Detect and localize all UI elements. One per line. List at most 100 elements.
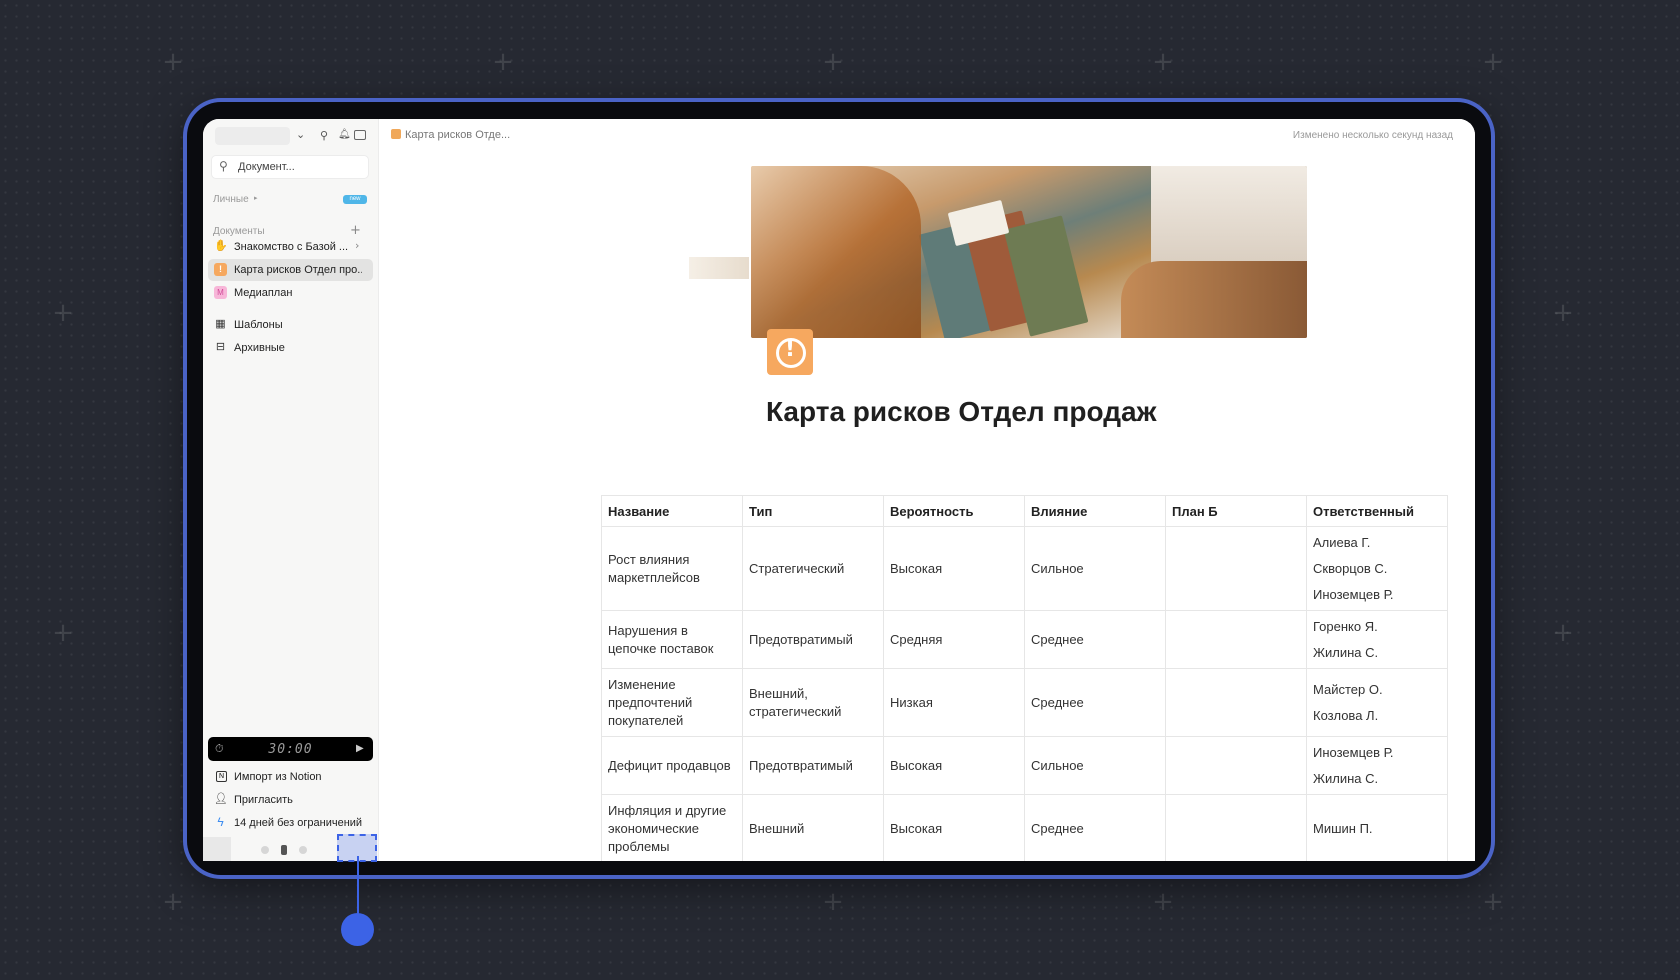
risk-planb-cell[interactable] <box>1165 736 1307 795</box>
theme-icon[interactable] <box>299 846 307 854</box>
trial-button[interactable]: ϟ 14 дней без ограничений <box>208 812 373 834</box>
risk-type-cell[interactable]: Предотвратимый <box>742 736 884 795</box>
archive-icon: ⊟ <box>215 341 226 353</box>
column-header[interactable]: План Б <box>1165 495 1307 527</box>
risk-impact-cell[interactable]: Среднее <box>1024 668 1166 737</box>
caret-right-icon[interactable]: ▸ <box>254 194 258 202</box>
table-row[interactable]: Нарушения в цепочке поставок Предотврати… <box>601 610 1448 669</box>
risk-probability-cell[interactable]: Средняя <box>883 610 1025 669</box>
risk-type-cell[interactable]: Предотвратимый <box>742 610 884 669</box>
owner-name: Жилина С. <box>1313 770 1379 786</box>
risk-type-cell[interactable]: Стратегический <box>742 526 884 611</box>
bg-plus: + <box>1552 618 1574 648</box>
workspace-name-placeholder <box>215 127 290 145</box>
bg-plus: + <box>1482 47 1504 77</box>
breadcrumb[interactable]: Карта рисков Отде... <box>391 129 510 141</box>
risk-impact-cell[interactable]: Среднее <box>1024 610 1166 669</box>
risk-planb-cell[interactable] <box>1165 526 1307 611</box>
risk-probability-cell[interactable]: Высокая <box>883 736 1025 795</box>
risk-probability-cell[interactable]: Низкая <box>883 668 1025 737</box>
table-row[interactable]: Изменение предпочтений покупателей Внешн… <box>601 668 1448 737</box>
cover-edge <box>689 257 749 279</box>
sidebar: ⌄ ⚲ 🔔︎ ⚲ Документ... Личные ▸ new Докуме… <box>203 119 379 861</box>
owner-name: Алиева Г. <box>1313 534 1371 550</box>
sidebar-item-intro[interactable]: ✋ Знакомство с Базой ... › <box>208 236 373 258</box>
risk-name-cell[interactable]: Рост влияния маркетплейсов <box>601 526 743 611</box>
bg-plus: + <box>162 47 184 77</box>
risk-owner-cell[interactable]: Майстер О. Козлова Л. <box>1306 668 1448 737</box>
column-header[interactable]: Влияние <box>1024 495 1166 527</box>
risk-type-cell[interactable]: Внешний, стратегический <box>742 668 884 737</box>
cover-image[interactable] <box>751 166 1307 338</box>
bg-plus: + <box>1552 298 1574 328</box>
risk-probability-cell[interactable]: Высокая <box>883 794 1025 861</box>
table-row[interactable]: Рост влияния маркетплейсов Стратегически… <box>601 526 1448 611</box>
risk-owner-cell[interactable]: Мишин П. <box>1306 794 1448 861</box>
sidebar-item-risk-map[interactable]: ! Карта рисков Отдел про... <box>208 259 373 281</box>
table-row[interactable]: Инфляция и другие экономические проблемы… <box>601 794 1448 861</box>
person-left <box>751 166 921 338</box>
check-icon[interactable] <box>261 846 269 854</box>
page-alert-icon[interactable]: ! <box>767 329 813 375</box>
bg-plus: + <box>492 47 514 77</box>
owner-name: Горенко Я. <box>1313 618 1378 634</box>
risk-name-cell[interactable]: Нарушения в цепочке поставок <box>601 610 743 669</box>
drag-handle[interactable] <box>341 913 374 946</box>
invite-button[interactable]: 👤︎ Пригласить <box>208 789 373 811</box>
risk-owner-cell[interactable]: Иноземцев Р. Жилина С. <box>1306 736 1448 795</box>
page-title[interactable]: Карта рисков Отдел продаж <box>766 396 1156 428</box>
sidebar-toggle-icon[interactable] <box>354 130 366 140</box>
risk-planb-cell[interactable] <box>1165 794 1307 861</box>
risk-impact-cell[interactable]: Среднее <box>1024 794 1166 861</box>
sidebar-item-label: Карта рисков Отдел про... <box>234 264 362 276</box>
risk-name-cell[interactable]: Инфляция и другие экономические проблемы <box>601 794 743 861</box>
m-letter-icon: M <box>214 286 227 299</box>
new-badge: new <box>343 195 367 204</box>
risk-type-cell[interactable]: Внешний <box>742 794 884 861</box>
alert-icon <box>391 129 401 139</box>
owner-name: Жилина С. <box>1313 644 1379 660</box>
risk-impact-cell[interactable]: Сильное <box>1024 736 1166 795</box>
column-header[interactable]: Название <box>601 495 743 527</box>
sidebar-item-mediaplan[interactable]: M Медиаплан <box>208 282 373 304</box>
risk-planb-cell[interactable] <box>1165 610 1307 669</box>
workspace-switcher[interactable]: ⌄ ⚲ 🔔︎ <box>215 127 380 147</box>
phone-icon[interactable] <box>281 845 287 855</box>
sidebar-item-templates[interactable]: ▦ Шаблоны <box>208 314 373 336</box>
column-header[interactable]: Тип <box>742 495 884 527</box>
bottom-panel-left <box>203 837 231 861</box>
risk-name-cell[interactable]: Изменение предпочтений покупателей <box>601 668 743 737</box>
import-notion-button[interactable]: N Импорт из Notion <box>208 766 373 788</box>
owner-name: Скворцов С. <box>1313 560 1388 576</box>
owner-name: Козлова Л. <box>1313 707 1379 723</box>
alert-icon: ! <box>214 263 227 276</box>
notion-icon: N <box>216 771 227 782</box>
chevron-right-icon[interactable]: › <box>355 239 359 252</box>
bg-plus: + <box>1482 887 1504 917</box>
risk-impact-cell[interactable]: Сильное <box>1024 526 1166 611</box>
bg-plus: + <box>1152 47 1174 77</box>
sidebar-item-archive[interactable]: ⊟ Архивные <box>208 337 373 359</box>
table-row[interactable]: Дефицит продавцов Предотвратимый Высокая… <box>601 736 1448 795</box>
owner-name: Иноземцев Р. <box>1313 744 1394 760</box>
table-header-row: Название Тип Вероятность Влияние План Б … <box>601 495 1448 527</box>
person-right-arm <box>1121 261 1307 338</box>
search-placeholder: Документ... <box>238 161 295 173</box>
risk-owner-cell[interactable]: Алиева Г. Скворцов С. Иноземцев Р. <box>1306 526 1448 611</box>
lightning-icon: ϟ <box>217 815 224 829</box>
owner-name: Майстер О. <box>1313 681 1383 697</box>
chevron-down-icon[interactable]: ⌄ <box>296 128 305 141</box>
play-icon[interactable]: ▶ <box>356 743 364 754</box>
sidebar-item-label: Импорт из Notion <box>234 771 322 783</box>
risk-probability-cell[interactable]: Высокая <box>883 526 1025 611</box>
column-header[interactable]: Вероятность <box>883 495 1025 527</box>
risk-owner-cell[interactable]: Горенко Я. Жилина С. <box>1306 610 1448 669</box>
focus-timer[interactable]: ⏱ 30:00 ▶ <box>208 737 373 761</box>
risk-name-cell[interactable]: Дефицит продавцов <box>601 736 743 795</box>
column-header[interactable]: Ответственный <box>1306 495 1448 527</box>
personal-section-label[interactable]: Личные <box>213 194 249 205</box>
search-input[interactable]: ⚲ Документ... <box>211 155 369 179</box>
search-icon[interactable]: ⚲ <box>320 129 328 142</box>
risk-planb-cell[interactable] <box>1165 668 1307 737</box>
bell-icon[interactable]: 🔔︎ <box>338 129 351 140</box>
